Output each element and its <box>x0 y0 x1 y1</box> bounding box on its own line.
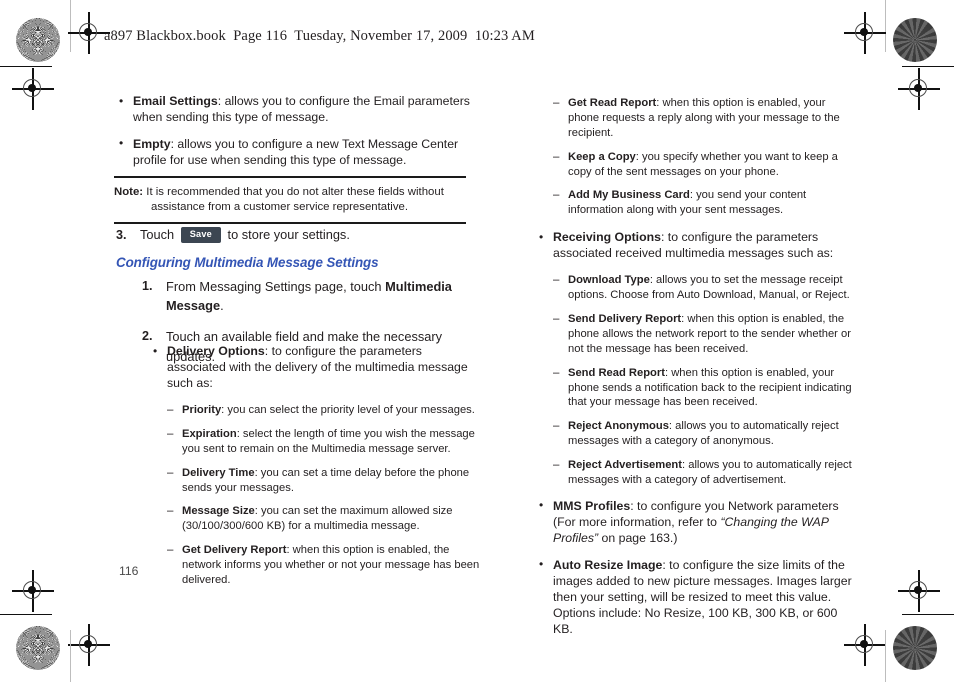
sub-list-item: – Send Read Report: when this option is … <box>536 366 854 411</box>
sub-list-item-term: Keep a Copy <box>568 150 636 163</box>
dash-marker: – <box>553 312 560 325</box>
bullet-marker: • <box>539 229 544 244</box>
list-item: • MMS Profiles: to configure you Network… <box>536 498 854 547</box>
sub-list-item-term: Get Read Report <box>568 97 657 109</box>
bullet-marker: • <box>153 343 158 358</box>
list-item: • Receiving Options: to configure the pa… <box>536 230 854 262</box>
dash-marker: – <box>553 97 560 109</box>
list-item-term: Auto Resize Image <box>553 557 663 572</box>
sub-list-item: – Priority: you can select the priority … <box>150 403 480 418</box>
sub-list-item: – Keep a Copy: you specify whether you w… <box>536 150 854 180</box>
sub-list-item-term: Get Delivery Report <box>182 544 287 557</box>
right-column: – Get Read Report: when this option is e… <box>536 96 854 649</box>
sub-list-item: – Get Read Report: when this option is e… <box>536 96 854 141</box>
dash-marker: – <box>553 150 560 163</box>
list-item-term: Receiving Options <box>553 230 661 245</box>
list-item-term: Email Settings <box>133 94 218 108</box>
step-marker: 3. <box>116 228 127 242</box>
sub-list-item: – Reject Anonymous: allows you to automa… <box>536 419 854 449</box>
dash-marker: – <box>167 544 174 557</box>
dash-marker: – <box>167 427 174 440</box>
sub-list-item-term: Reject Advertisement <box>568 459 682 472</box>
sub-list-item-text: : you can select the priority level of y… <box>221 403 475 416</box>
list-item-term: Empty <box>133 136 171 151</box>
section-heading: Configuring Multimedia Message Settings <box>116 255 379 270</box>
step-item: 1. From Messaging Settings page, touch Mu… <box>116 277 486 315</box>
sub-list-item-term: Expiration <box>182 427 237 440</box>
step-marker: 1. <box>142 279 153 293</box>
sub-list-item: – Download Type: allows you to set the m… <box>536 273 854 303</box>
note-callout: Note: It is recommended that you do not … <box>114 176 466 225</box>
delivery-options-block: • Delivery Options: to configure the par… <box>150 344 480 597</box>
save-softkey[interactable]: Save <box>180 227 221 243</box>
bullet-marker: • <box>119 93 124 108</box>
list-item: • Email Settings: allows you to configur… <box>116 94 476 126</box>
note-body: Note: It is recommended that you do not … <box>114 185 466 215</box>
list-item-term: MMS Profiles <box>553 498 631 513</box>
step-text-before: Touch <box>140 227 175 242</box>
step-3: 3. Touch Save to store your settings. <box>116 226 350 245</box>
bullet-marker: • <box>539 498 544 513</box>
dash-marker: – <box>167 403 174 416</box>
page-content: • Email Settings : allows you to configur… <box>0 0 954 682</box>
sub-list-item-term: Reject Anonymous <box>568 420 669 433</box>
sub-list-item-term: Message Size <box>182 505 255 518</box>
sub-list-item-term: Send Read Report <box>568 366 665 379</box>
sub-list-item: – Expiration: select the length of time … <box>150 427 480 457</box>
step-text-before: From Messaging Settings page, touch <box>166 279 386 294</box>
left-column: • Email Settings : allows you to configur… <box>116 94 476 180</box>
sub-list-item-term: Delivery Time <box>182 466 255 479</box>
sub-list-item: – Reject Advertisement: allows you to au… <box>536 458 854 488</box>
sub-list-item: – Delivery Time: you can set a time dela… <box>150 466 480 496</box>
sub-list-item: – Get Delivery Report: when this option … <box>150 543 480 588</box>
list-item-text: : allows you to configure a new Text Mes… <box>133 136 459 167</box>
sub-list-item-term: Priority <box>182 403 222 416</box>
step-text-after: to store your settings. <box>227 227 350 242</box>
list-item: • Delivery Options: to configure the par… <box>150 344 480 392</box>
page-number: 116 <box>119 564 139 578</box>
dash-marker: – <box>553 366 560 379</box>
sub-list-item: – Message Size: you can set the maximum … <box>150 504 480 534</box>
step-text-after: . <box>220 298 224 314</box>
sub-list-item-term: Send Delivery Report <box>568 312 682 325</box>
dash-marker: – <box>553 189 560 202</box>
dash-marker: – <box>553 420 560 433</box>
bullet-marker: • <box>539 557 544 572</box>
note-label: Note: <box>114 186 144 198</box>
dash-marker: – <box>553 459 560 472</box>
list-item-term: Delivery Options <box>167 344 265 358</box>
list-item: • Auto Resize Image: to configure the si… <box>536 557 854 638</box>
bullet-marker: • <box>119 136 124 151</box>
sub-list-item: – Add My Business Card: you send your co… <box>536 188 854 218</box>
dash-marker: – <box>167 466 174 479</box>
note-text: It is recommended that you do not alter … <box>146 186 444 214</box>
list-item: • Empty: allows you to configure a new T… <box>116 136 476 169</box>
sub-list-item-term: Add My Business Card <box>568 189 690 202</box>
dash-marker: – <box>167 505 174 518</box>
list-item-text-after: on page 163.) <box>598 530 678 545</box>
sub-list-item-term: Download Type <box>568 274 650 287</box>
sub-list-item: – Send Delivery Report: when this option… <box>536 312 854 357</box>
dash-marker: – <box>553 274 560 287</box>
